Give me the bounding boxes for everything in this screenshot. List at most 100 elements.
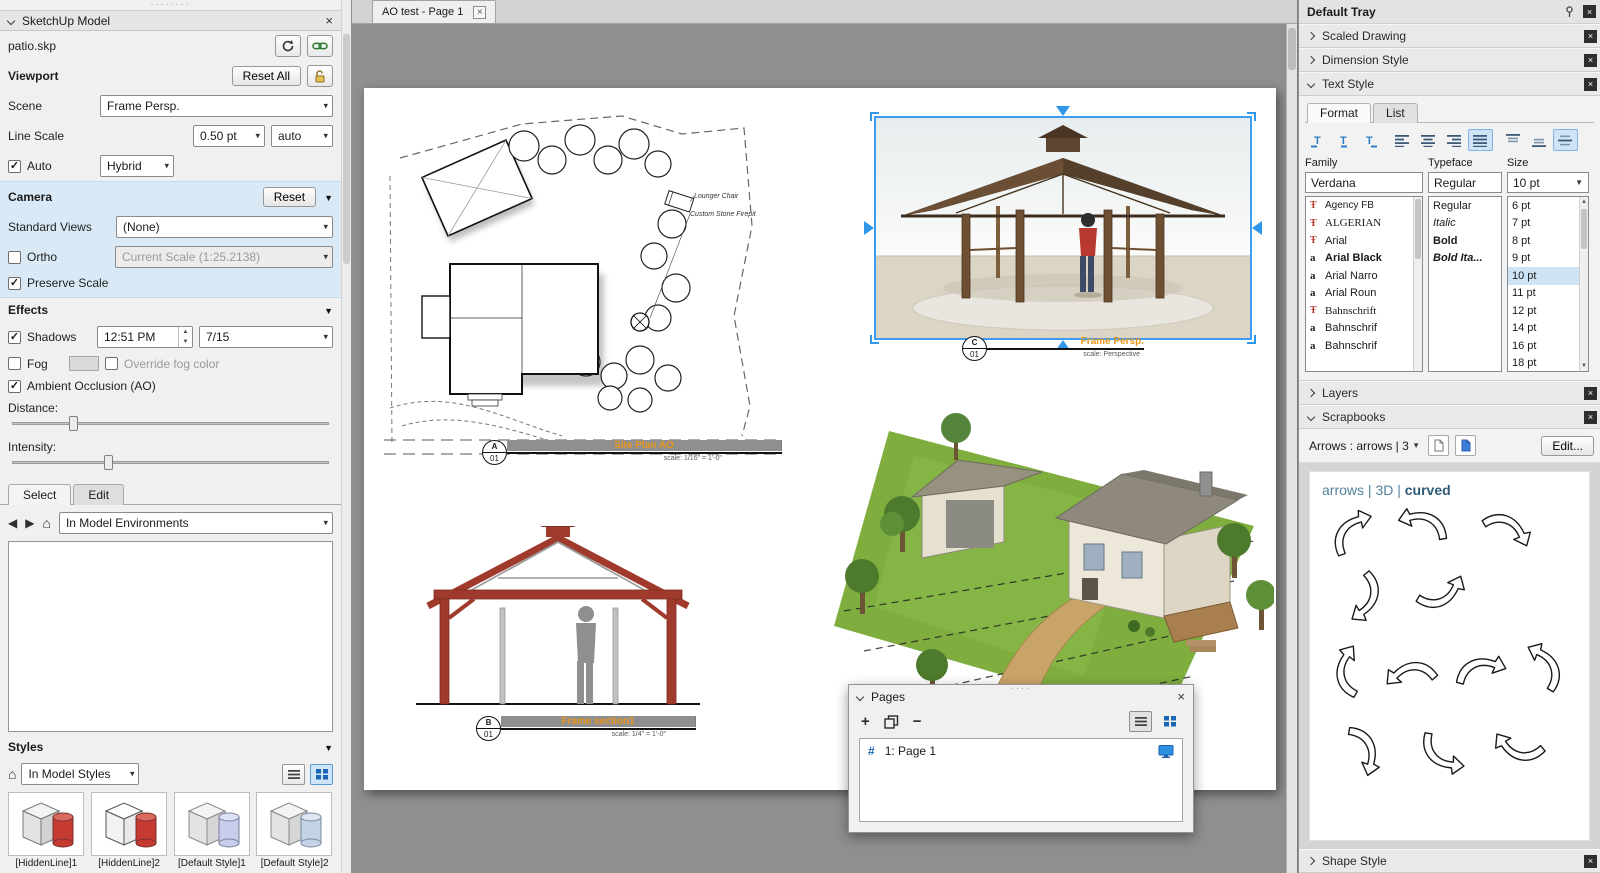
selection-handle-bottom-right[interactable] <box>1247 335 1256 344</box>
curved-arrow-icon[interactable] <box>1413 726 1472 778</box>
align-right-button[interactable] <box>1442 129 1467 151</box>
canvas-vertical-scrollbar[interactable] <box>1286 24 1297 873</box>
selection-handle-left[interactable] <box>864 221 874 235</box>
section-close-icon[interactable] <box>1584 411 1597 424</box>
family-item[interactable]: aArial Roun <box>1306 285 1422 303</box>
left-panel-scrollbar-thumb[interactable] <box>343 34 350 264</box>
scrapbook-edit-button[interactable]: Edit... <box>1541 436 1594 456</box>
tab-select[interactable]: Select <box>8 484 71 505</box>
collapse-chevron-icon[interactable] <box>7 16 15 24</box>
close-icon[interactable] <box>325 14 333 28</box>
curved-arrow-icon[interactable] <box>1395 500 1454 552</box>
scrapbook-link-curved[interactable]: curved <box>1405 482 1451 498</box>
annotation-lounger-chair[interactable]: Lounger Chair <box>694 193 739 200</box>
styles-list-view-button[interactable] <box>282 764 305 785</box>
tab-list[interactable]: List <box>1373 103 1418 123</box>
pages-grid-view-button[interactable] <box>1158 711 1181 732</box>
canvas-scrollbar-thumb[interactable] <box>1288 28 1296 70</box>
selection-handle-top[interactable] <box>1056 106 1070 116</box>
intensity-slider-knob[interactable] <box>104 455 113 470</box>
drawing-canvas[interactable]: Lounger Chair Custom Stone Firepit A 01 <box>352 24 1297 873</box>
size-item[interactable]: 18 pt <box>1508 355 1588 373</box>
house-render[interactable] <box>834 376 1274 722</box>
styles-grid-view-button[interactable] <box>310 764 333 785</box>
pages-list-view-button[interactable] <box>1129 711 1152 732</box>
shadows-checkbox[interactable] <box>8 331 21 344</box>
curved-arrow-icon[interactable] <box>1378 642 1446 709</box>
link-model-button[interactable] <box>307 35 333 57</box>
typeface-item[interactable]: Bold <box>1429 232 1501 250</box>
gazebo-callout[interactable]: C 01 Frame Persp. scale: Perspective <box>962 336 1144 361</box>
camera-reset-button[interactable]: Reset <box>263 187 316 207</box>
family-item[interactable]: aArial Narro <box>1306 267 1422 285</box>
family-item[interactable]: ŦBahnschrift <box>1306 302 1422 320</box>
tray-close-icon[interactable] <box>1583 5 1596 18</box>
selection-handle-top-right[interactable] <box>1247 112 1256 121</box>
section-close-icon[interactable] <box>1584 78 1597 91</box>
family-item[interactable]: ŦArial <box>1306 232 1422 250</box>
typeface-item[interactable]: Regular <box>1429 197 1501 215</box>
ortho-checkbox[interactable] <box>8 251 21 264</box>
style-thumbnail[interactable]: [Default Style]1 <box>174 792 251 870</box>
annotation-stone-firepit[interactable]: Custom Stone Firepit <box>690 211 757 218</box>
align-justify-button[interactable] <box>1468 129 1493 151</box>
panel-drag-handle[interactable] <box>0 0 341 10</box>
anchor-center-button[interactable]: T <box>1331 129 1356 151</box>
environments-listbox[interactable] <box>8 541 333 733</box>
size-item[interactable]: 6 pt <box>1508 197 1588 215</box>
valign-bottom-button[interactable] <box>1527 129 1552 151</box>
fog-checkbox[interactable] <box>8 357 21 370</box>
family-item[interactable]: ŦAgency FB <box>1306 197 1422 215</box>
styles-collapse-icon[interactable] <box>324 740 333 754</box>
time-spinner[interactable]: ▲▼ <box>178 327 192 347</box>
size-list[interactable]: 6 pt 7 pt 8 pt 9 pt 10 pt 11 pt 12 pt 14… <box>1507 196 1589 372</box>
section-text-style[interactable]: Text Style <box>1299 72 1600 96</box>
selection-handle-bottom-left[interactable] <box>870 335 879 344</box>
forward-arrow-icon[interactable]: ▶ <box>25 516 34 530</box>
scrapbook-link-arrows[interactable]: arrows <box>1322 482 1364 498</box>
anchor-left-button[interactable]: T <box>1305 129 1330 151</box>
typeface-input[interactable]: Regular <box>1428 172 1502 193</box>
dropdown-arrow-icon[interactable]: ▼ <box>1575 178 1583 187</box>
pages-titlebar[interactable]: Pages <box>849 685 1193 709</box>
size-item-selected[interactable]: 10 pt <box>1508 267 1588 285</box>
size-item[interactable]: 16 pt <box>1508 337 1588 355</box>
curved-arrow-icon[interactable] <box>1408 558 1472 625</box>
family-input[interactable]: Verdana <box>1305 172 1423 193</box>
ao-checkbox[interactable] <box>8 380 21 393</box>
style-thumbnail[interactable]: [Default Style]2 <box>256 792 333 870</box>
presentation-monitor-icon[interactable] <box>1158 745 1174 758</box>
distance-slider-knob[interactable] <box>69 416 78 431</box>
size-item[interactable]: 9 pt <box>1508 250 1588 268</box>
gazebo-viewport[interactable] <box>874 116 1252 340</box>
tab-format[interactable]: Format <box>1307 103 1371 123</box>
effects-collapse-icon[interactable] <box>324 303 333 317</box>
selection-handle-right[interactable] <box>1252 221 1262 235</box>
family-list[interactable]: ŦAgency FB ŦALGERIAN ŦArial aArial Black… <box>1305 196 1423 372</box>
section-close-icon[interactable] <box>1584 54 1597 67</box>
standard-views-dropdown[interactable]: (None) <box>116 216 333 238</box>
curved-arrow-icon[interactable] <box>1474 496 1538 563</box>
preserve-scale-checkbox[interactable] <box>8 277 21 290</box>
section-close-icon[interactable] <box>1584 30 1597 43</box>
style-thumbnail[interactable]: [HiddenLine]2 <box>91 792 168 870</box>
scrapbook-collection-dropdown[interactable]: Arrows : arrows | 3 ▾ <box>1305 437 1422 455</box>
site-plan-drawing[interactable]: Lounger Chair Custom Stone Firepit <box>372 106 796 464</box>
valign-center-button[interactable] <box>1553 129 1578 151</box>
environments-dropdown[interactable]: In Model Environments <box>59 512 333 534</box>
styles-home-icon[interactable]: ⌂ <box>8 766 16 782</box>
tab-close-icon[interactable] <box>473 6 486 19</box>
curved-arrow-icon[interactable] <box>1336 721 1388 780</box>
anchor-right-button[interactable]: T <box>1357 129 1382 151</box>
frame-section-drawing[interactable] <box>408 526 708 714</box>
size-item[interactable]: 14 pt <box>1508 320 1588 338</box>
shadow-date-dropdown[interactable]: 7/15 <box>199 326 333 348</box>
home-icon[interactable]: ⌂ <box>42 515 50 531</box>
scrapbook-card[interactable]: arrows | 3D | curved <box>1309 471 1590 841</box>
page-row[interactable]: # 1: Page 1 <box>868 744 1174 758</box>
scrapbook-new-page-button[interactable] <box>1455 435 1476 456</box>
scene-dropdown[interactable]: Frame Persp. <box>100 95 333 117</box>
curved-arrow-icon[interactable] <box>1510 636 1577 700</box>
line-scale-dropdown[interactable]: 0.50 pt <box>193 125 265 147</box>
frame-section-callout[interactable]: B 01 Frame section1 scale: 1/4" = 1'-0" <box>476 716 696 741</box>
